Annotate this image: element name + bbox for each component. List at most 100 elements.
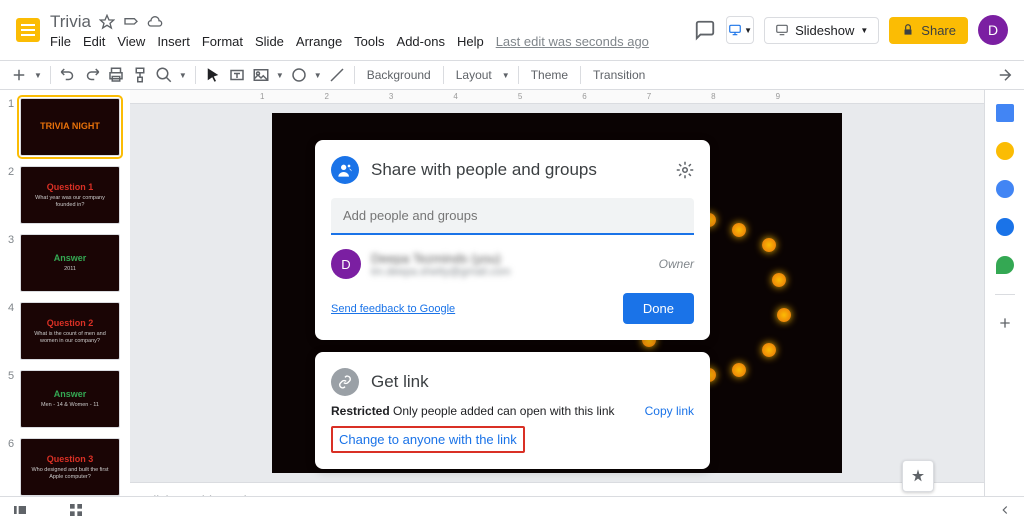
transition-button[interactable]: Transition	[589, 68, 649, 82]
layout-button[interactable]: Layout	[452, 68, 496, 82]
thumbnail[interactable]: 1 TRIVIA NIGHT	[8, 98, 122, 156]
slideshow-label: Slideshow	[795, 23, 854, 38]
thumb-number: 1	[8, 98, 16, 156]
filmstrip-view-icon[interactable]	[12, 502, 28, 518]
menu-slide[interactable]: Slide	[255, 34, 284, 49]
line-icon[interactable]	[328, 66, 346, 84]
menu-format[interactable]: Format	[202, 34, 243, 49]
add-people-input[interactable]	[331, 198, 694, 235]
menu-addons[interactable]: Add-ons	[397, 34, 445, 49]
slideshow-icon	[775, 23, 789, 37]
restricted-text: Restricted Only people added can open wi…	[331, 404, 615, 418]
contacts-icon[interactable]	[996, 218, 1014, 236]
grid-view-icon[interactable]	[68, 502, 84, 518]
textbox-icon[interactable]	[228, 66, 246, 84]
add-addon-icon[interactable]	[997, 315, 1013, 331]
keep-icon[interactable]	[996, 142, 1014, 160]
thumb-preview[interactable]: Question 3 Who designed and built the fi…	[20, 438, 120, 496]
user-role: Owner	[659, 257, 694, 271]
comments-icon[interactable]	[694, 19, 716, 41]
explore-icon	[910, 468, 926, 484]
last-edit-text[interactable]: Last edit was seconds ago	[496, 34, 649, 49]
menu-arrange[interactable]: Arrange	[296, 34, 342, 49]
thumb-subtitle: 2011	[64, 266, 76, 273]
tasks-icon[interactable]	[996, 180, 1014, 198]
copy-link-button[interactable]: Copy link	[645, 404, 694, 418]
thumb-title: Answer	[54, 253, 87, 263]
slide-thumbnails[interactable]: 1 TRIVIA NIGHT 2 Question 1 What year wa…	[0, 90, 130, 522]
user-avatar: D	[331, 249, 361, 279]
thumb-preview[interactable]: Question 2 What is the count of men and …	[20, 302, 120, 360]
menu-file[interactable]: File	[50, 34, 71, 49]
horizontal-ruler: 123456789	[130, 90, 984, 104]
menu-view[interactable]: View	[117, 34, 145, 49]
thumbnail[interactable]: 5 Answer Men - 14 & Women - 11	[8, 370, 122, 428]
thumb-number: 3	[8, 234, 16, 292]
document-title[interactable]: Trivia	[50, 12, 91, 32]
thumb-preview[interactable]: TRIVIA NIGHT	[20, 98, 120, 156]
thumb-number: 6	[8, 438, 16, 496]
theme-button[interactable]: Theme	[527, 68, 572, 82]
thumbnail[interactable]: 2 Question 1 What year was our company f…	[8, 166, 122, 224]
thumb-subtitle: Men - 14 & Women - 11	[41, 402, 99, 409]
explore-button[interactable]	[902, 460, 934, 492]
thumb-preview[interactable]: Question 1 What year was our company fou…	[20, 166, 120, 224]
get-link-card: Get link Restricted Only people added ca…	[315, 352, 710, 469]
gear-icon[interactable]	[676, 161, 694, 179]
collapse-icon[interactable]	[996, 66, 1014, 84]
thumb-title: Answer	[54, 389, 87, 399]
thumb-subtitle: What year was our company founded in?	[25, 195, 115, 208]
thumb-number: 4	[8, 302, 16, 360]
image-icon[interactable]	[252, 66, 270, 84]
share-card: Share with people and groups D Deepa Tez…	[315, 140, 710, 340]
calendar-icon[interactable]	[996, 104, 1014, 122]
feedback-link[interactable]: Send feedback to Google	[331, 303, 455, 315]
share-modal-title: Share with people and groups	[371, 160, 597, 180]
thumbnail[interactable]: 4 Question 2 What is the count of men an…	[8, 302, 122, 360]
menu-help[interactable]: Help	[457, 34, 484, 49]
thumb-subtitle: Who designed and built the first Apple c…	[25, 467, 115, 480]
title-area: Trivia File Edit View Insert Format Slid…	[50, 12, 694, 49]
star-icon[interactable]	[99, 14, 115, 30]
lock-icon	[901, 23, 915, 37]
move-icon[interactable]	[123, 14, 139, 30]
user-name: Deepa Tezminds (you)	[371, 251, 649, 266]
done-button[interactable]: Done	[623, 293, 694, 324]
paint-format-icon[interactable]	[131, 66, 149, 84]
new-slide-icon[interactable]	[10, 66, 28, 84]
thumb-preview[interactable]: Answer Men - 14 & Women - 11	[20, 370, 120, 428]
thumb-preview[interactable]: Answer 2011	[20, 234, 120, 292]
share-modal: Share with people and groups D Deepa Tez…	[315, 140, 710, 469]
background-button[interactable]: Background	[363, 68, 435, 82]
present-toggle[interactable]: ▼	[726, 16, 754, 44]
link-icon	[331, 368, 359, 396]
menu-edit[interactable]: Edit	[83, 34, 105, 49]
thumbnail[interactable]: 6 Question 3 Who designed and built the …	[8, 438, 122, 496]
zoom-icon[interactable]	[155, 66, 173, 84]
maps-icon[interactable]	[996, 256, 1014, 274]
thumb-number: 5	[8, 370, 16, 428]
thumb-title: Question 1	[47, 182, 94, 192]
thumb-title: TRIVIA NIGHT	[40, 121, 100, 131]
slides-logo[interactable]	[16, 18, 40, 42]
slideshow-button[interactable]: Slideshow ▼	[764, 17, 879, 44]
thumbnail[interactable]: 3 Answer 2011	[8, 234, 122, 292]
get-link-title: Get link	[371, 372, 429, 392]
menu-tools[interactable]: Tools	[354, 34, 384, 49]
redo-icon[interactable]	[83, 66, 101, 84]
select-icon[interactable]	[204, 66, 222, 84]
thumb-title: Question 2	[47, 318, 94, 328]
menu-bar: File Edit View Insert Format Slide Arran…	[50, 34, 694, 49]
chevron-left-icon[interactable]	[998, 503, 1012, 517]
thumb-number: 2	[8, 166, 16, 224]
menu-insert[interactable]: Insert	[157, 34, 190, 49]
share-button[interactable]: Share	[889, 17, 968, 44]
shape-icon[interactable]	[290, 66, 308, 84]
undo-icon[interactable]	[59, 66, 77, 84]
print-icon[interactable]	[107, 66, 125, 84]
change-link-access[interactable]: Change to anyone with the link	[331, 426, 525, 453]
toolbar: ▼ ▼ ▼ ▼ Background Layout▼ Theme Transit…	[0, 60, 1024, 90]
cloud-saved-icon[interactable]	[147, 14, 163, 30]
thumb-title: Question 3	[47, 454, 94, 464]
account-avatar[interactable]: D	[978, 15, 1008, 45]
